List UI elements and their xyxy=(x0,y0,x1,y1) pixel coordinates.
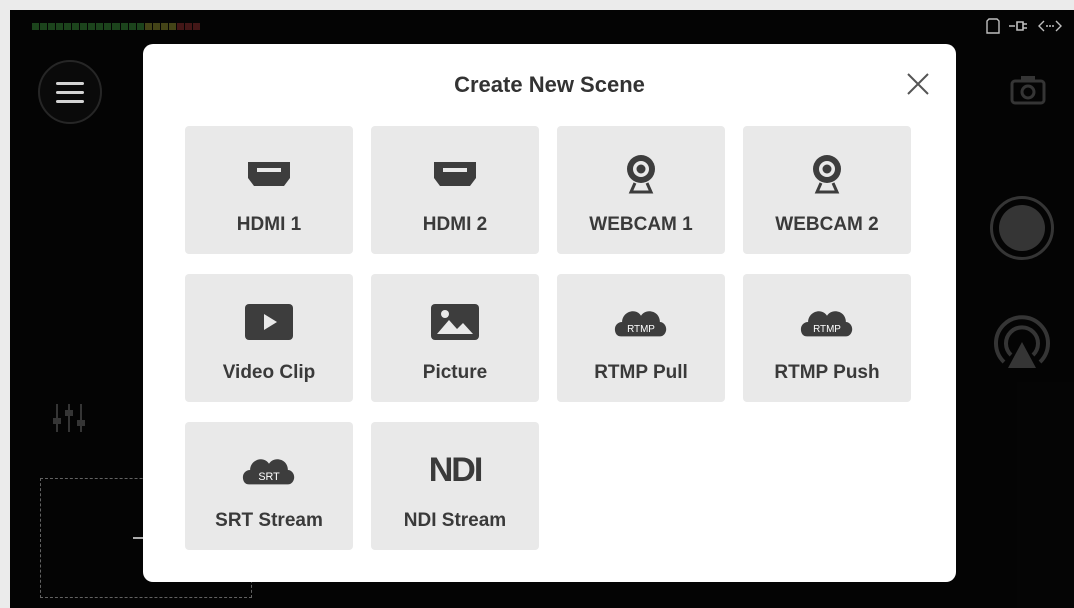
rtmp-badge-text: RTMP xyxy=(627,324,655,335)
source-label: NDI Stream xyxy=(403,510,507,531)
source-tile-srt-stream[interactable]: SRT SRT Stream xyxy=(185,422,353,550)
webcam-icon xyxy=(800,154,854,194)
source-label: HDMI 1 xyxy=(236,214,302,235)
rtmp-cloud-icon: RTMP xyxy=(800,302,854,342)
ndi-logo-text: NDI xyxy=(428,450,484,489)
source-tile-ndi-stream[interactable]: NDI NDI Stream xyxy=(371,422,539,550)
hdmi-icon xyxy=(428,154,482,194)
source-label: WEBCAM 2 xyxy=(775,214,879,235)
source-label: Video Clip xyxy=(222,362,316,383)
source-tile-hdmi-1[interactable]: HDMI 1 xyxy=(185,126,353,254)
source-label: RTMP Push xyxy=(774,362,880,383)
srt-badge-text: SRT xyxy=(258,471,280,483)
source-label: RTMP Pull xyxy=(594,362,688,383)
source-tile-rtmp-pull[interactable]: RTMP RTMP Pull xyxy=(557,274,725,402)
hdmi-icon xyxy=(242,154,296,194)
close-button[interactable] xyxy=(906,72,930,96)
dialog-title: Create New Scene xyxy=(454,72,645,97)
srt-cloud-icon: SRT xyxy=(242,450,296,490)
source-label: WEBCAM 1 xyxy=(589,214,693,235)
close-icon xyxy=(907,73,929,95)
play-icon xyxy=(242,302,296,342)
source-label: Picture xyxy=(422,362,488,383)
source-tile-webcam-1[interactable]: WEBCAM 1 xyxy=(557,126,725,254)
rtmp-badge-text: RTMP xyxy=(813,324,841,335)
source-tile-rtmp-push[interactable]: RTMP RTMP Push xyxy=(743,274,911,402)
create-scene-dialog: Create New Scene HDMI 1 HDMI 2 WEBCAM 1 xyxy=(143,44,956,582)
source-grid: HDMI 1 HDMI 2 WEBCAM 1 WEBCAM 2 Video Cl xyxy=(185,126,911,550)
source-tile-hdmi-2[interactable]: HDMI 2 xyxy=(371,126,539,254)
source-label: HDMI 2 xyxy=(422,214,488,235)
ndi-logo-icon: NDI xyxy=(428,450,484,490)
source-tile-webcam-2[interactable]: WEBCAM 2 xyxy=(743,126,911,254)
rtmp-cloud-icon: RTMP xyxy=(614,302,668,342)
source-tile-picture[interactable]: Picture xyxy=(371,274,539,402)
source-label: SRT Stream xyxy=(215,510,323,531)
picture-icon xyxy=(428,302,482,342)
webcam-icon xyxy=(614,154,668,194)
source-tile-video-clip[interactable]: Video Clip xyxy=(185,274,353,402)
